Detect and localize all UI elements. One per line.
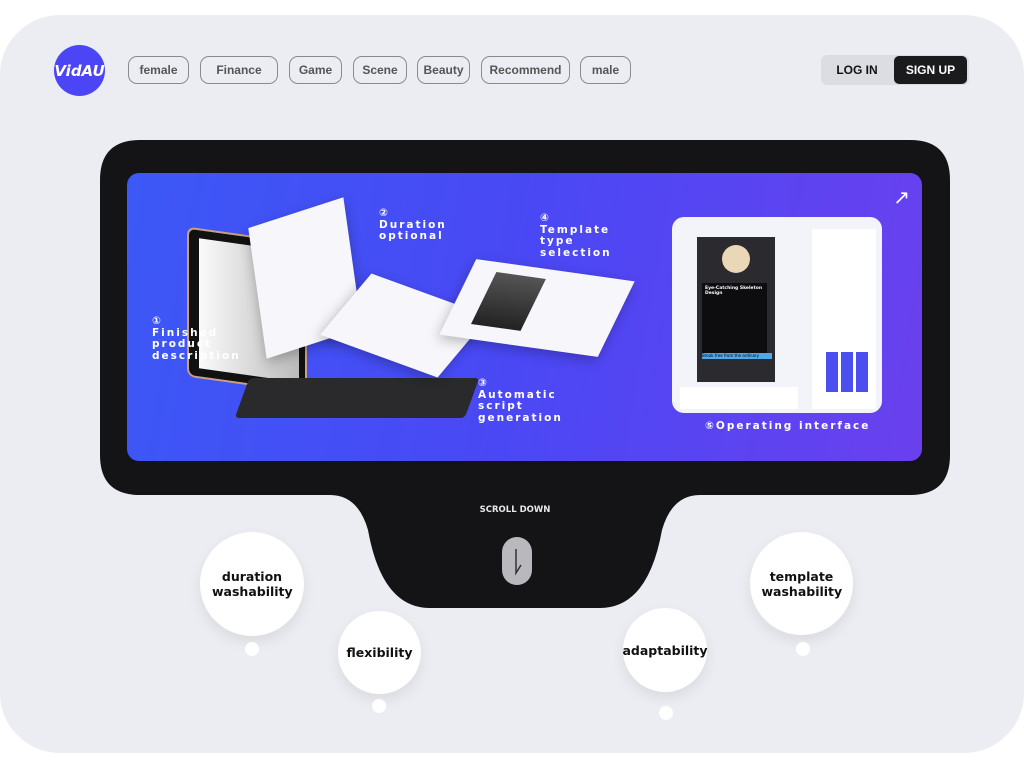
arrow-up-right-icon[interactable]: ↗ [893, 185, 910, 209]
bubble-dot [659, 706, 673, 720]
bubble-dot [372, 699, 386, 713]
step-4-label: ④ Template type selection [540, 212, 612, 259]
bubble-dot [245, 642, 259, 656]
step-3-label: ③ Automatic script generation [478, 377, 563, 424]
bubble-adaptability: adaptability [622, 608, 708, 692]
feature-banner[interactable]: ↗ ① Finished product description ② Duratio… [127, 173, 922, 461]
keyboard-illustration [234, 378, 480, 418]
preview-title: Eye-Catching Skeleton Design [702, 283, 767, 353]
screen-template [439, 259, 635, 357]
step-5-label: ⑤Operating interface [705, 420, 871, 432]
bubble-template-washability: template washability [750, 532, 853, 635]
step-2-label: ② Duration optional [379, 207, 447, 242]
step-1-label: ① Finished product description [152, 315, 241, 362]
preview-caption: Break free from the ordinary [702, 353, 772, 359]
bubble-duration-washability: duration washability [200, 532, 304, 636]
bubble-dot [796, 642, 810, 656]
operating-interface-preview: Eye-Catching Skeleton Design Break free … [672, 217, 882, 413]
bubble-flexibility: flexibility [338, 611, 421, 694]
scroll-mouse-icon[interactable] [502, 537, 532, 585]
scroll-down-label: SCROLL DOWN [479, 505, 551, 515]
